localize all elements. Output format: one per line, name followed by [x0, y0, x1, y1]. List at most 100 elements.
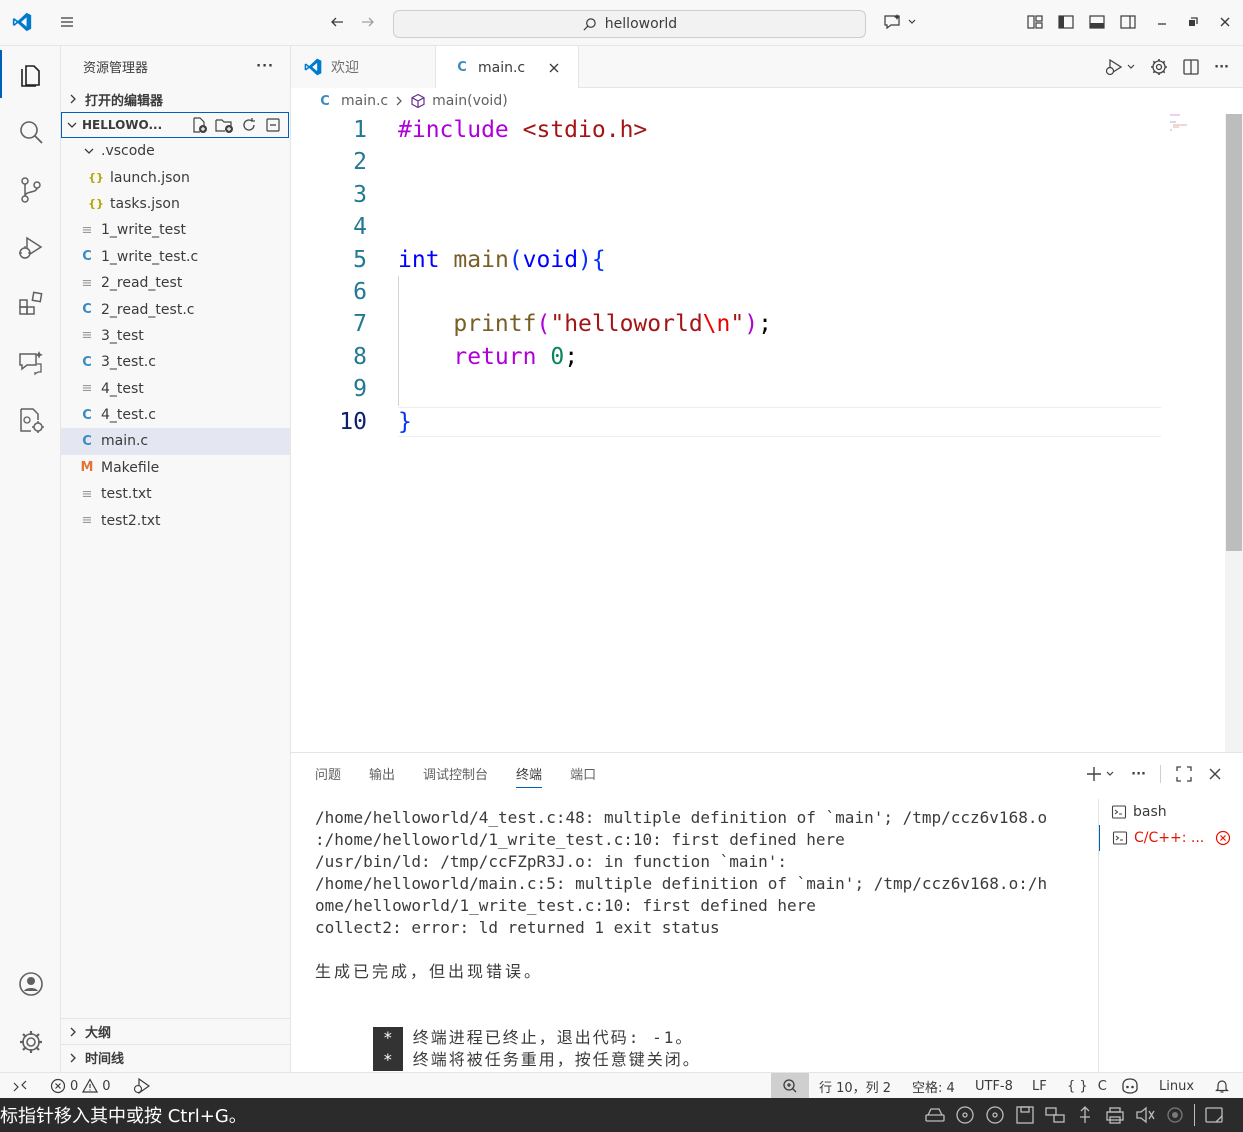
line-number: 6: [353, 279, 367, 305]
tab-problems[interactable]: 问题: [315, 764, 341, 783]
tree-item-4-test-c[interactable]: C 4_test.c: [61, 402, 290, 428]
platform[interactable]: Linux: [1159, 1073, 1194, 1099]
explorer-icon[interactable]: [0, 46, 61, 102]
end-of-line[interactable]: LF: [1032, 1073, 1047, 1099]
menu-icon[interactable]: [55, 10, 79, 34]
tab-debug-console[interactable]: 调试控制台: [423, 764, 488, 783]
tab-ports[interactable]: 端口: [570, 764, 596, 783]
terminal-item-bash[interactable]: bash: [1099, 799, 1243, 825]
breadcrumb-symbol[interactable]: main(void): [432, 93, 508, 109]
extensions-icon[interactable]: [0, 276, 61, 332]
restore-icon[interactable]: [1181, 10, 1205, 34]
chevron-right-icon: [67, 1052, 79, 1064]
text-file-icon: ≡: [81, 328, 93, 344]
cursor-position[interactable]: 行 10，列 2: [819, 1073, 891, 1099]
tree-item-3-test[interactable]: ≡ 3_test: [61, 323, 290, 349]
more-actions-icon[interactable]: ···: [256, 59, 274, 74]
close-window-icon[interactable]: [1213, 10, 1237, 34]
timeline-section[interactable]: 时间线: [61, 1044, 290, 1070]
close-tab-icon[interactable]: [547, 61, 561, 75]
minimap[interactable]: [1168, 114, 1198, 144]
tab-welcome[interactable]: 欢迎: [291, 46, 436, 88]
file-label: tasks.json: [110, 195, 180, 212]
tab-label: 欢迎: [331, 60, 359, 76]
toggle-secondary-sidebar-icon[interactable]: [1116, 10, 1140, 34]
remote-indicator-icon[interactable]: [12, 1073, 28, 1099]
problems-indicator[interactable]: 0 0: [50, 1073, 111, 1099]
encoding[interactable]: UTF-8: [975, 1073, 1013, 1099]
split-editor-icon[interactable]: [1182, 58, 1200, 76]
printer-icon: [1104, 1105, 1126, 1125]
collapse-all-icon[interactable]: [264, 116, 282, 134]
remote-explorer-icon[interactable]: [0, 392, 61, 448]
terminal-output[interactable]: /home/helloworld/4_test.c:48: multiple d…: [315, 807, 1085, 1093]
code-editor[interactable]: 1 #include <stdio.h> 2 3 4 5 int main(vo…: [291, 114, 1227, 752]
search-view-icon[interactable]: [0, 104, 61, 160]
new-terminal-icon[interactable]: [1085, 765, 1117, 783]
back-icon[interactable]: [325, 10, 349, 34]
optical-drive-icon: [954, 1105, 976, 1125]
debug-status-icon[interactable]: [132, 1073, 152, 1099]
tab-terminal[interactable]: 终端: [516, 764, 543, 788]
warning-icon: [82, 1078, 99, 1094]
tree-item-1-write-test-c[interactable]: C 1_write_test.c: [61, 244, 290, 270]
copilot-chat-icon[interactable]: [880, 10, 920, 34]
chat-icon[interactable]: [0, 334, 61, 390]
minimize-icon[interactable]: [1150, 10, 1174, 34]
tree-item-3-test-c[interactable]: C 3_test.c: [61, 349, 290, 375]
maximize-panel-icon[interactable]: [1175, 765, 1193, 783]
open-editors-section[interactable]: 打开的编辑器: [61, 86, 290, 112]
file-label: test2.txt: [101, 512, 161, 529]
editor-scrollbar[interactable]: [1225, 114, 1243, 752]
notifications-bell-icon[interactable]: [1214, 1073, 1230, 1099]
indentation[interactable]: 空格: 4: [912, 1073, 955, 1099]
os-status-bar: 标指针移入其中或按 Ctrl+G。: [0, 1098, 1243, 1132]
close-panel-icon[interactable]: [1207, 766, 1223, 782]
new-file-icon[interactable]: [190, 116, 208, 134]
tab-output[interactable]: 输出: [369, 764, 395, 783]
tree-item-tasks-json[interactable]: {} tasks.json: [61, 191, 290, 217]
terminal-item-cpp-task[interactable]: C/C++: ...: [1099, 825, 1243, 851]
toggle-panel-icon[interactable]: [1085, 10, 1109, 34]
tab-main-c[interactable]: C main.c: [436, 46, 579, 89]
copilot-icon[interactable]: [1120, 1073, 1140, 1099]
explorer-sidebar: 资源管理器 ··· 打开的编辑器 HELLOWO... .vscode {} l…: [61, 46, 291, 1072]
breadcrumb-file[interactable]: main.c: [341, 93, 388, 109]
more-actions-icon[interactable]: ···: [1214, 60, 1229, 75]
manage-gear-icon[interactable]: [0, 1014, 61, 1070]
scrollbar-thumb[interactable]: [1226, 114, 1242, 551]
tree-item-main-c[interactable]: C main.c: [61, 428, 290, 455]
run-and-debug-icon[interactable]: [0, 220, 61, 276]
chevron-right-icon: [394, 95, 404, 107]
new-folder-icon[interactable]: [214, 116, 234, 134]
refresh-icon[interactable]: [240, 116, 258, 134]
more-actions-icon[interactable]: ···: [1131, 767, 1146, 782]
tree-item-makefile[interactable]: M Makefile: [61, 455, 290, 481]
toggle-primary-sidebar-icon[interactable]: [1054, 10, 1078, 34]
workspace-folder-row[interactable]: HELLOWO...: [61, 112, 289, 138]
customize-layout-icon[interactable]: [1023, 10, 1047, 34]
tree-item-test2-txt[interactable]: ≡ test2.txt: [61, 507, 290, 533]
code-line: 4: [291, 211, 1227, 243]
line-number: 7: [353, 311, 367, 338]
settings-gear-icon[interactable]: [1150, 58, 1168, 76]
tree-item-test-txt[interactable]: ≡ test.txt: [61, 481, 290, 507]
tree-item-2-read-test[interactable]: ≡ 2_read_test: [61, 270, 290, 296]
tree-item-vscode-folder[interactable]: .vscode: [61, 138, 290, 164]
language-mode[interactable]: { } C: [1067, 1073, 1107, 1099]
tree-item-launch-json[interactable]: {} launch.json: [61, 164, 290, 190]
run-debug-file-icon[interactable]: [1104, 58, 1136, 76]
outline-section[interactable]: 大纲: [61, 1018, 290, 1044]
source-control-icon[interactable]: [0, 162, 61, 218]
activity-bar: [0, 46, 61, 1072]
tree-item-1-write-test[interactable]: ≡ 1_write_test: [61, 217, 290, 243]
search-icon: [582, 17, 597, 32]
accounts-icon[interactable]: [0, 956, 61, 1012]
command-center[interactable]: helloworld: [393, 10, 866, 38]
tree-item-4-test[interactable]: ≡ 4_test: [61, 376, 290, 402]
zoom-indicator[interactable]: [771, 1073, 809, 1099]
forward-icon[interactable]: [356, 10, 380, 34]
code-text: #include <stdio.h>: [398, 117, 648, 143]
status-bar: 0 0 行 10，列 2 空格: 4 UTF-8 LF { } C Linux: [0, 1072, 1243, 1099]
tree-item-2-read-test-c[interactable]: C 2_read_test.c: [61, 296, 290, 322]
